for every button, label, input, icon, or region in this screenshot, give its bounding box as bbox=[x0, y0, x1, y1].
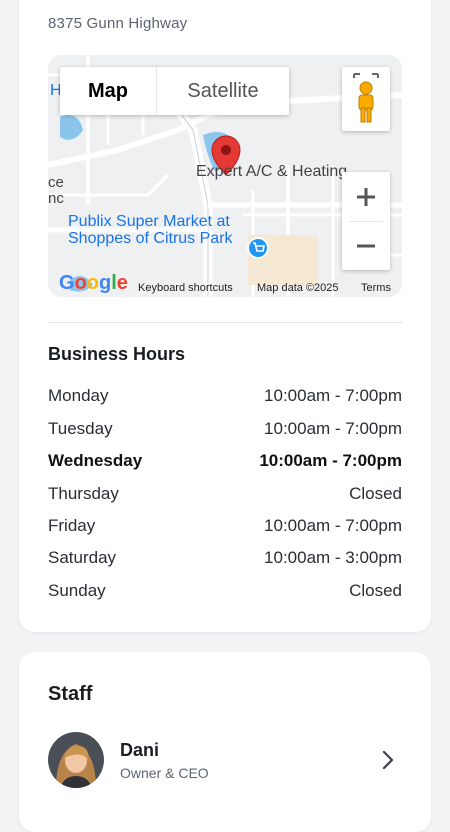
section-divider bbox=[48, 322, 402, 323]
pegman-streetview-button[interactable] bbox=[342, 67, 390, 131]
terms-link[interactable]: Terms bbox=[361, 282, 391, 294]
staff-member-row[interactable]: Dani Owner & CEO bbox=[19, 722, 431, 798]
hours-time: Closed bbox=[349, 581, 402, 600]
map-widget[interactable]: H Map Satellite Expert A/C & Heating Pub… bbox=[48, 55, 402, 297]
map-edge-label: ce nc bbox=[48, 175, 64, 207]
hours-row-monday: Monday 10:00am - 7:00pm bbox=[48, 383, 402, 409]
hours-row-saturday: Saturday 10:00am - 3:00pm bbox=[48, 545, 402, 571]
hours-time: Closed bbox=[349, 484, 402, 503]
hours-day: Monday bbox=[48, 386, 109, 405]
minus-icon bbox=[357, 244, 375, 247]
map-edge-label-1: ce bbox=[48, 174, 64, 191]
hours-time: 10:00am - 7:00pm bbox=[264, 386, 402, 405]
google-logo[interactable]: Google bbox=[59, 272, 128, 295]
hours-row-friday: Friday 10:00am - 7:00pm bbox=[48, 513, 402, 539]
pegman-icon bbox=[353, 73, 379, 123]
staff-card: Staff Dani Owner & CEO bbox=[19, 652, 431, 832]
staff-name: Dani bbox=[120, 740, 160, 760]
avatar-image bbox=[48, 732, 104, 788]
hours-row-thursday: Thursday Closed bbox=[48, 481, 402, 507]
map-poi-label-line2: Shoppes of Citrus Park bbox=[68, 230, 233, 247]
map-type-toggle: Map Satellite bbox=[60, 67, 289, 115]
hours-row-wednesday: Wednesday 10:00am - 7:00pm bbox=[48, 448, 402, 474]
map-data-attribution: Map data ©2025 bbox=[257, 282, 339, 294]
hours-time: 10:00am - 7:00pm bbox=[264, 516, 402, 535]
hours-day: Saturday bbox=[48, 548, 117, 567]
map-poi-label: Publix Super Market at Shoppes of Citrus… bbox=[68, 213, 233, 247]
hours-time: 10:00am - 7:00pm bbox=[259, 451, 402, 470]
map-edge-label-2: nc bbox=[48, 190, 64, 207]
map-place-label: Expert A/C & Heating bbox=[196, 163, 348, 180]
map-poi-label-line1: Publix Super Market at bbox=[68, 213, 230, 230]
hours-day: Friday bbox=[48, 516, 96, 535]
hours-time: 10:00am - 3:00pm bbox=[264, 548, 402, 567]
business-hours-title: Business Hours bbox=[48, 344, 186, 364]
hours-time: 10:00am - 7:00pm bbox=[264, 419, 402, 438]
staff-role: Owner & CEO bbox=[120, 765, 209, 781]
hours-day: Sunday bbox=[48, 581, 106, 600]
keyboard-shortcuts-link[interactable]: Keyboard shortcuts bbox=[138, 282, 233, 294]
hours-day: Tuesday bbox=[48, 419, 113, 438]
zoom-in-button[interactable] bbox=[342, 173, 390, 221]
avatar bbox=[48, 732, 104, 788]
hours-row-tuesday: Tuesday 10:00am - 7:00pm bbox=[48, 416, 402, 442]
map-type-satellite-button[interactable]: Satellite bbox=[156, 67, 289, 115]
hours-day: Wednesday bbox=[48, 451, 143, 470]
hours-row-sunday: Sunday Closed bbox=[48, 578, 402, 604]
zoom-controls bbox=[342, 172, 390, 270]
map-type-map-button[interactable]: Map bbox=[60, 67, 156, 115]
hours-day: Thursday bbox=[48, 484, 119, 503]
plus-icon bbox=[357, 187, 375, 206]
staff-title: Staff bbox=[48, 683, 93, 705]
chevron-right-icon bbox=[382, 750, 394, 770]
zoom-out-button[interactable] bbox=[342, 222, 390, 270]
business-address: 8375 Gunn Highway bbox=[48, 15, 188, 32]
business-info-card: 8375 Gunn Highway H Map Satellite Expert… bbox=[19, 0, 431, 632]
